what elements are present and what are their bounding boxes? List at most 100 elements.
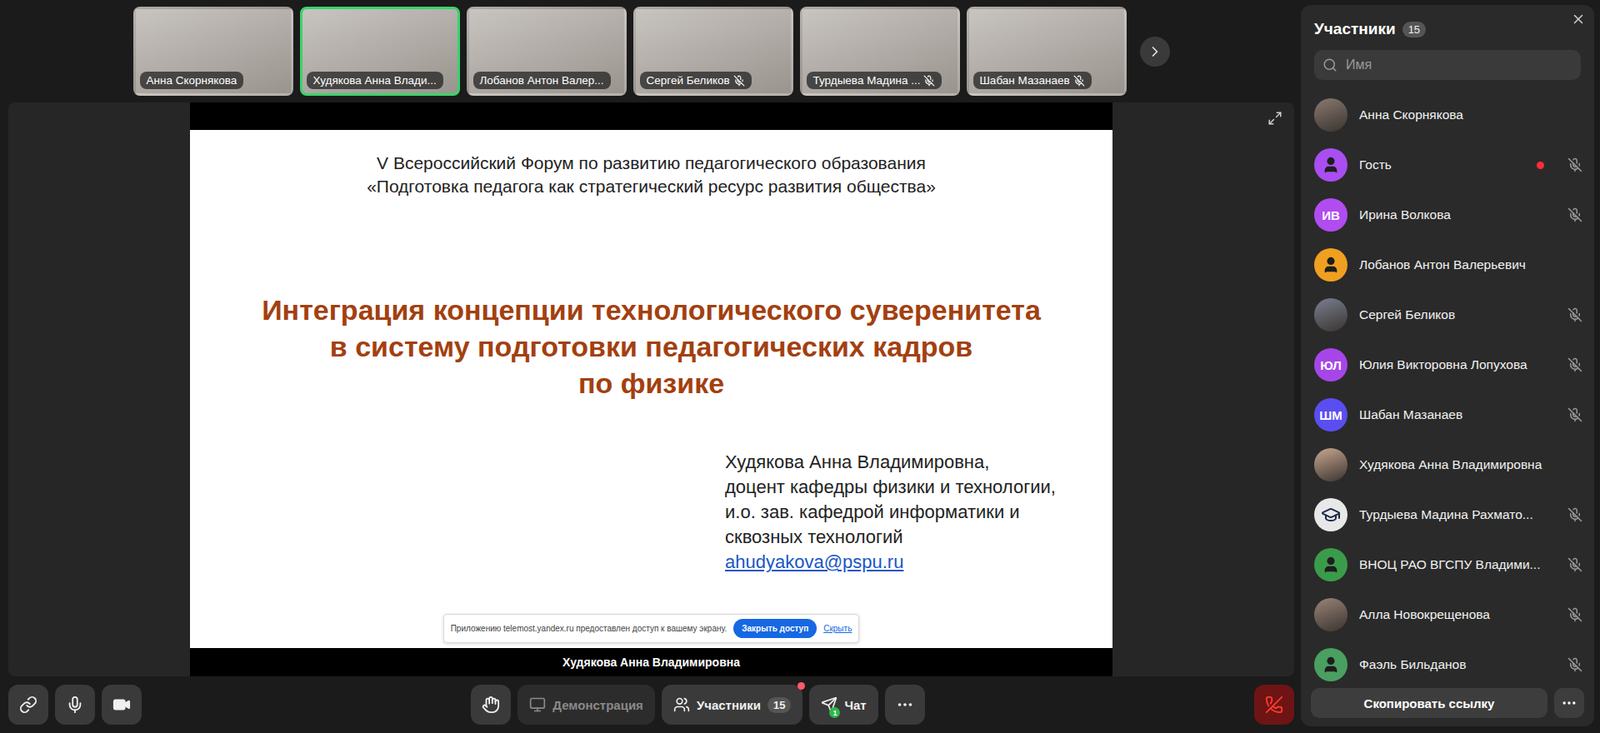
slide-email[interactable]: ahudyakova@pspu.ru (725, 551, 904, 573)
mic-off-icon (1567, 207, 1583, 223)
mic-off-icon (1567, 157, 1583, 173)
chat-badge: 1 (829, 707, 840, 719)
avatar: ШМ (1314, 398, 1348, 432)
participant-row[interactable]: ИВИрина Волкова (1300, 190, 1595, 240)
expand-button[interactable] (1267, 110, 1283, 130)
participants-panel: Участники 15 Анна Скорнякова Гость ИВИрина В… (1300, 5, 1595, 727)
alert-dot (797, 682, 805, 690)
speaker-caption: Худякова Анна Владимировна (190, 648, 1113, 677)
mic-icon (65, 695, 85, 715)
mic-off-icon (1567, 607, 1583, 623)
mic-off-icon (1567, 507, 1583, 523)
mic-off-icon (923, 75, 935, 87)
participant-row[interactable]: Алла Новокрещенова (1300, 590, 1595, 640)
copy-link-button[interactable]: Скопировать ссылку (1310, 688, 1548, 719)
video-tile[interactable]: Анна Скорнякова (133, 6, 294, 96)
participant-name: Шабан Мазанаев (1359, 407, 1556, 423)
search-box (1314, 50, 1581, 80)
close-icon (1570, 11, 1586, 27)
screen-share: V Всероссийский Форум по развитию педаго… (190, 102, 1113, 677)
mic-off-icon (733, 75, 745, 87)
video-tile[interactable]: Сергей Беликов (633, 6, 794, 96)
close-access-button[interactable]: Закрыть доступ (733, 619, 817, 639)
video-tile[interactable]: Турдыева Мадина ... (800, 6, 960, 96)
participant-name: Гость (1359, 157, 1525, 173)
more-button[interactable] (885, 685, 925, 725)
mic-button[interactable] (55, 685, 95, 725)
video-tiles: Анна Скорнякова Худякова Анна Влади... Лоб… (8, 6, 1295, 96)
participants-list: Анна Скорнякова Гость ИВИрина Волкова Лобан… (1300, 90, 1595, 682)
close-panel-button[interactable] (1569, 10, 1588, 31)
toolbar-center: ДемонстрацияУчастники15Чат1 (470, 685, 925, 725)
participant-row[interactable]: ВНОЦ РАО ВГСПУ Владими... (1300, 540, 1595, 590)
panel-title: Участники (1314, 20, 1396, 39)
avatar (1314, 148, 1348, 182)
camera-icon (112, 695, 131, 715)
slide: V Всероссийский Форум по развитию педаго… (190, 130, 1113, 649)
slide-author: Худякова Анна Владимировна,доцент кафедр… (190, 450, 1113, 575)
tile-label: Анна Скорнякова (140, 71, 245, 90)
mic-off-icon (1567, 407, 1583, 423)
participant-name: Фаэль Бильданов (1359, 657, 1556, 673)
avatar-photo (1314, 598, 1348, 632)
search-input[interactable] (1344, 56, 1573, 74)
participant-row[interactable]: Анна Скорнякова (1300, 90, 1595, 140)
panel-more-button[interactable] (1554, 688, 1585, 719)
panel-header: Участники 15 (1300, 15, 1595, 39)
mic-off-icon (1567, 557, 1583, 573)
tile-label: Шабан Мазанаев (973, 71, 1092, 90)
participant-row[interactable]: ШМ Шабан Мазанаев (1300, 390, 1595, 440)
person-icon (1321, 555, 1340, 575)
video-tile[interactable]: Худякова Анна Влади... (300, 6, 460, 96)
link-button[interactable] (8, 685, 49, 725)
panel-count: 15 (1402, 21, 1426, 38)
hang-up-button[interactable] (1254, 685, 1295, 725)
participant-name: Худякова Анна Владимировна (1359, 457, 1583, 473)
participant-row[interactable]: Фаэль Бильданов (1300, 640, 1595, 682)
monitor-icon (529, 696, 546, 714)
video-tile[interactable]: Шабан Мазанаев (966, 6, 1127, 96)
participant-row[interactable]: Лобанов Антон Валерьевич (1300, 240, 1595, 290)
participants-count: 15 (767, 697, 791, 714)
video-tile[interactable]: Лобанов Антон Валер... (466, 6, 627, 96)
stage: V Всероссийский Форум по развитию педаго… (8, 102, 1295, 677)
participant-row[interactable]: Турдыева Мадина Рахмато... (1300, 490, 1595, 540)
raise-hand-button[interactable] (470, 685, 511, 725)
participant-row[interactable]: Гость (1300, 140, 1595, 190)
chat-button[interactable]: Чат1 (809, 685, 878, 725)
camera-button[interactable] (101, 685, 142, 725)
avatar: ЮЛ (1314, 348, 1348, 382)
participant-name: Анна Скорнякова (1359, 107, 1583, 123)
hang-up-icon (1265, 695, 1284, 715)
person-icon (1321, 655, 1340, 675)
chevron-right-icon (1146, 43, 1164, 60)
participant-name: Алла Новокрещенова (1359, 607, 1556, 623)
hide-link[interactable]: Скрыть (823, 624, 852, 634)
next-tiles-button[interactable] (1140, 36, 1170, 67)
participant-name: Лобанов Антон Валерьевич (1359, 257, 1583, 273)
mic-off-icon (1567, 657, 1583, 673)
toolbar-left (8, 685, 142, 725)
participant-name: Сергей Беликов (1359, 307, 1556, 323)
avatar (1314, 648, 1348, 682)
avatar: ИВ (1314, 198, 1348, 232)
mic-off-icon (1567, 307, 1583, 323)
panel-footer: Скопировать ссылку (1300, 681, 1595, 719)
participant-row[interactable]: Сергей Беликов (1300, 290, 1595, 340)
avatar (1314, 548, 1348, 582)
tile-label: Лобанов Антон Валер... (473, 71, 611, 90)
participant-row[interactable]: ЮЛЮлия Викторовна Лопухова (1300, 340, 1595, 390)
demo-button[interactable]: Демонстрация (517, 685, 655, 725)
link-icon (19, 695, 38, 715)
mic-off-icon (1567, 357, 1583, 373)
participant-row[interactable]: Худякова Анна Владимировна (1300, 440, 1595, 490)
participants-button[interactable]: Участники15 (661, 685, 804, 725)
more-icon (895, 695, 915, 715)
recording-dot (1536, 161, 1545, 170)
mic-off-icon (1073, 75, 1085, 87)
tile-label: Сергей Беликов (640, 71, 752, 90)
slide-title: Интеграция концепции технологического су… (190, 291, 1113, 402)
participant-name: Турдыева Мадина Рахмато... (1359, 507, 1556, 523)
toolbar: ДемонстрацияУчастники15Чат1 (8, 683, 1295, 727)
tile-label: Худякова Анна Влади... (306, 71, 444, 90)
